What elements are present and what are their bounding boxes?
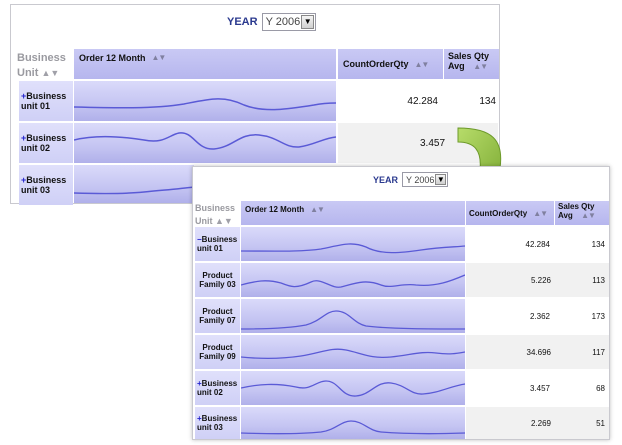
sparkline-chart bbox=[241, 420, 465, 435]
sparkline-chart bbox=[74, 186, 194, 195]
sparkline-chart bbox=[241, 274, 465, 288]
year-label: YEAR bbox=[373, 174, 399, 185]
row-label-business-unit-03[interactable]: +Business unit 03 bbox=[195, 407, 240, 439]
sales-avg-cell: 134 bbox=[591, 239, 605, 249]
year-filter: YEAR Y 2006 ▼ bbox=[227, 13, 317, 31]
sales-avg-cell: 117 bbox=[592, 347, 605, 357]
sparkline-business-unit-03 bbox=[74, 165, 194, 203]
row-label-line1: Business bbox=[26, 133, 67, 143]
row-label-product-family-09[interactable]: Product Family 09 bbox=[195, 335, 240, 369]
sales-header-label-2: Avg bbox=[448, 61, 465, 71]
row-label-business-unit-03[interactable]: +Business unit 03 bbox=[19, 165, 73, 205]
sort-arrows-icon[interactable]: ▲▼ bbox=[473, 62, 488, 71]
year-select[interactable]: Y 2006 ▼ bbox=[261, 13, 317, 31]
row-label-line2: unit 02 bbox=[21, 143, 51, 153]
sparkline-business-unit-02 bbox=[74, 123, 336, 163]
sales-header-label: Sales Qty bbox=[448, 51, 490, 61]
count-order-qty-header[interactable]: CountOrderQty ▲▼ bbox=[338, 49, 443, 79]
sales-avg-cell: 134 bbox=[479, 95, 496, 107]
row-label-business-unit-02[interactable]: +Business unit 02 bbox=[19, 123, 73, 163]
sparkline-chart bbox=[241, 310, 465, 330]
row-label-line1: Business bbox=[201, 235, 238, 244]
sort-arrows-icon[interactable]: ▲▼ bbox=[215, 216, 233, 226]
sort-arrows-icon[interactable]: ▲▼ bbox=[581, 211, 596, 220]
sales-avg-cell: 173 bbox=[591, 311, 605, 321]
row-label-business-unit-02[interactable]: +Business unit 02 bbox=[195, 371, 240, 405]
row-label-product-family-07[interactable]: Product Family 07 bbox=[195, 299, 240, 333]
sparkline-chart bbox=[241, 348, 465, 360]
sales-avg-cell: 51 bbox=[596, 418, 605, 428]
chevron-down-icon[interactable]: ▼ bbox=[435, 174, 447, 185]
order-header-label: Order 12 Month bbox=[79, 53, 146, 63]
sparkline-business-unit-02 bbox=[241, 371, 465, 405]
row-label-line2: Family 07 bbox=[199, 316, 236, 325]
count-header-label: CountOrderQty bbox=[469, 208, 528, 218]
count-cell: 3.457 bbox=[529, 383, 550, 393]
count-header-label: CountOrderQty bbox=[343, 59, 409, 69]
row-label-line1: Product bbox=[202, 271, 233, 280]
pivot-panel-expanded: YEAR Y 2006 ▼ Business Unit ▲▼ Order 12 … bbox=[192, 166, 610, 440]
count-cell: 42.284 bbox=[525, 239, 550, 249]
order-12-month-header[interactable]: Order 12 Month ▲▼ bbox=[74, 49, 336, 79]
sparkline-business-unit-01 bbox=[74, 81, 336, 121]
sales-avg-cell: 68 bbox=[596, 383, 605, 393]
row-label-line2: unit 01 bbox=[21, 101, 51, 111]
sparkline-product-family-03 bbox=[241, 263, 465, 297]
year-filter: YEAR Y 2006 ▼ bbox=[373, 172, 449, 187]
row-label-line1: Business bbox=[26, 91, 67, 101]
row-label-line2: unit 03 bbox=[21, 185, 51, 195]
sparkline-chart bbox=[241, 243, 465, 254]
row-label-product-family-03[interactable]: Product Family 03 bbox=[195, 263, 240, 297]
sort-arrows-icon[interactable]: ▲▼ bbox=[152, 53, 167, 62]
sales-header-label: Sales Qty bbox=[558, 202, 595, 211]
business-unit-header-label-2: Unit bbox=[17, 67, 39, 79]
year-select[interactable]: Y 2006 ▼ bbox=[402, 172, 449, 187]
sparkline-product-family-09 bbox=[241, 335, 465, 369]
count-cell: 42.284 bbox=[407, 95, 438, 107]
sales-qty-avg-header[interactable]: Sales Qty Avg ▲▼ bbox=[555, 201, 609, 225]
row-label-line1: Business bbox=[26, 175, 67, 185]
sort-arrows-icon[interactable]: ▲▼ bbox=[533, 209, 548, 218]
row-label-business-unit-01[interactable]: −Business unit 01 bbox=[195, 227, 240, 261]
row-label-line2: unit 01 bbox=[197, 244, 223, 253]
sales-qty-avg-header[interactable]: Sales Qty Avg ▲▼ bbox=[444, 49, 499, 79]
row-label-line2: unit 02 bbox=[197, 388, 223, 397]
sparkline-business-unit-03 bbox=[241, 407, 465, 439]
count-order-qty-header[interactable]: CountOrderQty ▲▼ bbox=[466, 201, 554, 225]
sort-arrows-icon[interactable]: ▲▼ bbox=[310, 205, 325, 214]
row-label-business-unit-01[interactable]: +Business unit 01 bbox=[19, 81, 73, 121]
business-unit-header[interactable]: Business Unit ▲▼ bbox=[195, 202, 235, 228]
sort-arrows-icon[interactable]: ▲▼ bbox=[415, 60, 430, 69]
order-header-label: Order 12 Month bbox=[245, 205, 305, 214]
row-label-line2: Family 03 bbox=[199, 280, 236, 289]
sparkline-product-family-07 bbox=[241, 299, 465, 333]
sparkline-business-unit-01 bbox=[241, 227, 465, 261]
order-12-month-header[interactable]: Order 12 Month ▲▼ bbox=[241, 201, 465, 225]
sparkline-chart bbox=[241, 380, 465, 397]
sparkline-chart bbox=[74, 132, 336, 150]
business-unit-header-label-2: Unit bbox=[195, 216, 213, 226]
year-select-value: Y 2006 bbox=[265, 16, 301, 28]
sales-header-label-2: Avg bbox=[558, 211, 573, 220]
business-unit-header-label: Business bbox=[17, 52, 66, 64]
year-label: YEAR bbox=[227, 16, 258, 28]
row-label-line2: unit 03 bbox=[197, 423, 223, 432]
count-cell: 2.362 bbox=[529, 311, 550, 321]
row-label-line1: Product bbox=[202, 307, 233, 316]
row-label-line1: Product bbox=[202, 343, 233, 352]
business-unit-header-label: Business bbox=[195, 203, 236, 213]
sparkline-chart bbox=[74, 98, 336, 111]
row-label-line1: Business bbox=[201, 379, 238, 388]
year-select-value: Y 2006 bbox=[406, 174, 435, 185]
row-label-line1: Business bbox=[201, 414, 238, 423]
business-unit-header[interactable]: Business Unit ▲▼ bbox=[17, 51, 66, 81]
sales-avg-cell: 113 bbox=[592, 275, 605, 285]
chevron-down-icon[interactable]: ▼ bbox=[301, 15, 315, 29]
sort-arrows-icon[interactable]: ▲▼ bbox=[41, 68, 59, 78]
row-label-line2: Family 09 bbox=[199, 352, 236, 361]
